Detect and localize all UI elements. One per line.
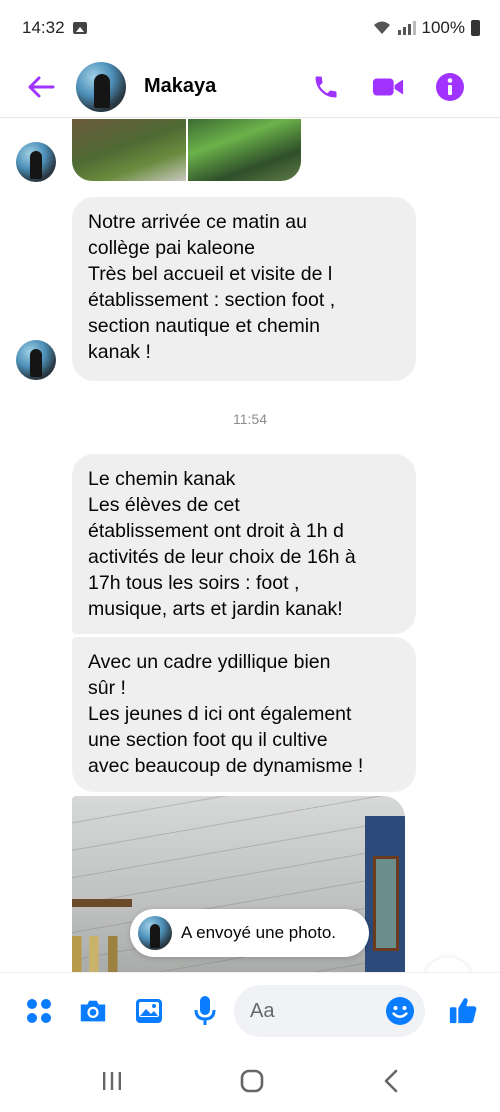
composer: Aa [0,972,500,1048]
shared-image[interactable] [188,119,301,181]
call-button[interactable] [310,71,342,103]
home-button[interactable] [237,1066,267,1096]
gallery-icon [72,22,87,34]
home-icon [240,1069,264,1093]
message-bubble[interactable]: Notre arrivée ce matin au collège pai ka… [72,197,416,381]
video-call-button[interactable] [372,71,404,103]
signal-icon [397,21,416,35]
microphone-icon [194,996,216,1025]
thumbs-up-icon [449,998,477,1024]
message-list[interactable]: Notre arrivée ce matin au collège pai ka… [0,119,500,972]
system-navigation-bar [0,1048,500,1112]
message-input[interactable]: Aa [234,985,425,1037]
battery-text: 100% [421,18,465,37]
image-strip [72,119,301,181]
new-message-toast[interactable]: A envoyé une photo. [130,909,369,957]
camera-icon [80,1000,106,1022]
gallery-button[interactable] [134,996,164,1026]
scroll-down-button[interactable] [424,957,472,972]
back-button[interactable] [22,68,60,106]
emoji-icon [386,997,414,1025]
more-actions-button[interactable] [24,996,54,1026]
back-icon [384,1069,398,1093]
status-time: 14:32 [22,18,65,37]
phone-icon [315,76,337,97]
gallery-icon [136,999,162,1023]
shared-image[interactable] [72,119,186,181]
battery-icon [471,20,480,36]
status-bar: 14:32 100% [0,0,500,56]
message-input-placeholder: Aa [250,999,275,1022]
avatar[interactable] [16,340,56,380]
camera-button[interactable] [78,996,108,1026]
info-button[interactable] [434,71,466,103]
recents-icon [103,1072,121,1090]
back-arrow-icon [28,76,55,97]
video-icon [372,78,404,95]
message-bubble[interactable]: Avec un cadre ydillique bien sûr ! Les j… [72,637,416,792]
menu-dots-icon [27,999,51,1023]
emoji-button[interactable] [385,996,415,1026]
system-back-button[interactable] [377,1066,407,1096]
voice-button[interactable] [190,996,220,1026]
avatar[interactable] [16,142,56,182]
avatar[interactable] [76,61,126,112]
message-bubble[interactable]: Le chemin kanak Les élèves de cet établi… [72,454,416,634]
timestamp: 11:54 [233,411,267,427]
contact-name[interactable]: Makaya [144,75,216,98]
wifi-icon [373,21,390,34]
avatar [138,916,172,950]
toast-text: A envoyé une photo. [181,923,337,942]
like-button[interactable] [448,995,478,1025]
chat-header: Makaya [0,56,500,118]
recents-button[interactable] [97,1066,127,1096]
info-icon [436,72,464,101]
